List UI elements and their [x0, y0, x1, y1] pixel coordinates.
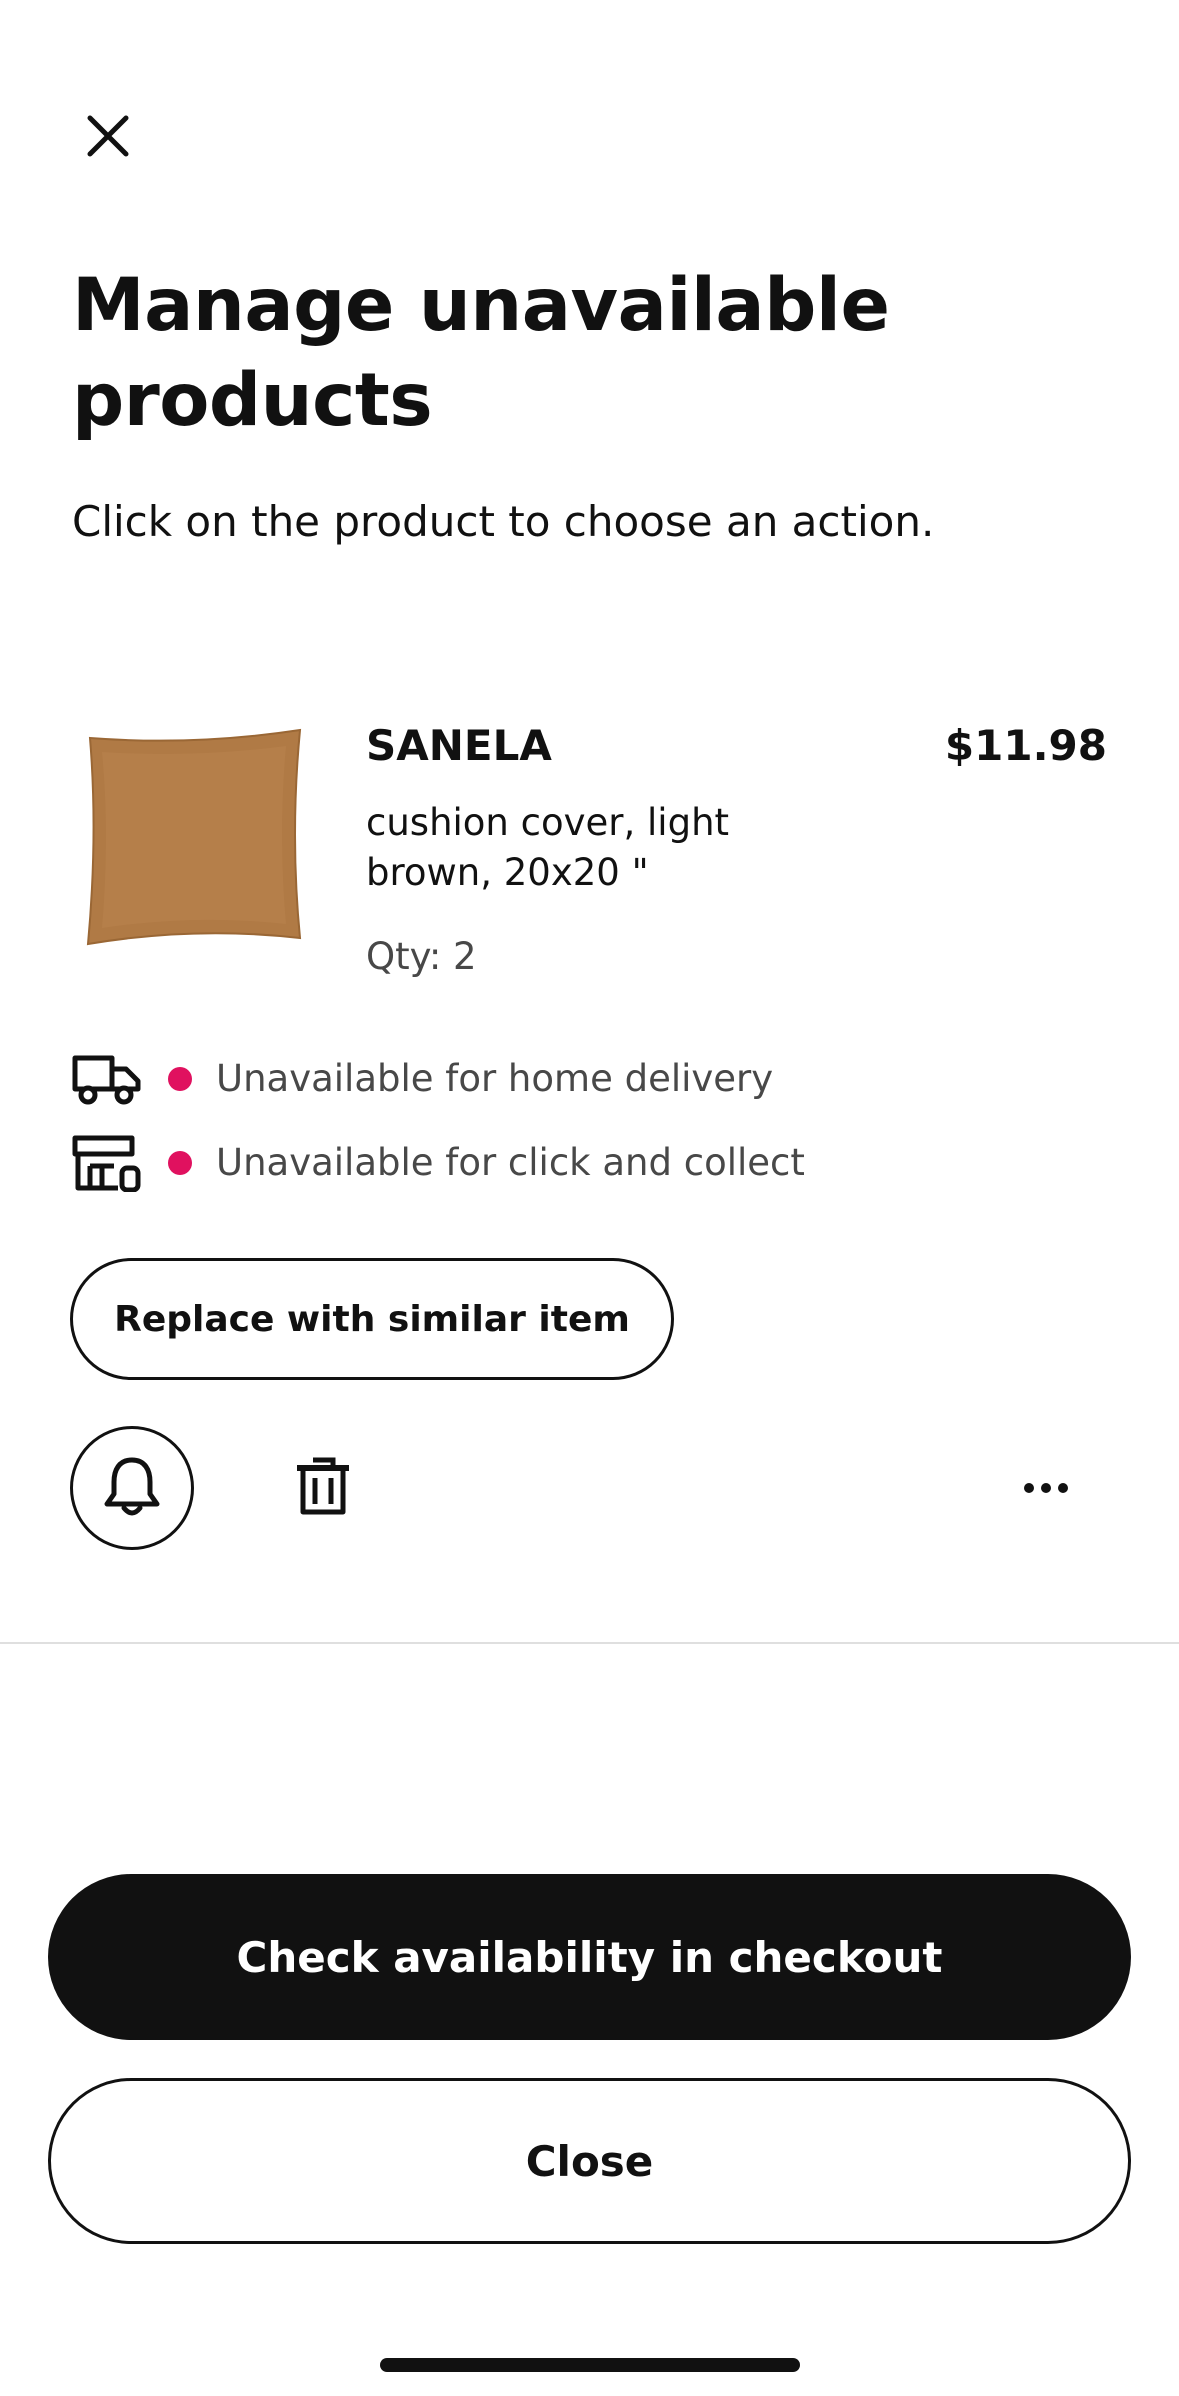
cushion-image[interactable]	[72, 712, 318, 958]
availability-text: Unavailable for home delivery	[216, 1057, 774, 1100]
status-dot	[168, 1067, 192, 1091]
status-dot	[168, 1151, 192, 1175]
replace-with-similar-button[interactable]: Replace with similar item	[70, 1258, 674, 1380]
bell-icon	[103, 1456, 161, 1521]
product-quantity: Qty: 2	[366, 935, 477, 978]
close-icon[interactable]	[78, 106, 138, 166]
notify-button[interactable]	[70, 1426, 194, 1550]
store-icon	[72, 1132, 142, 1194]
availability-click-collect: Unavailable for click and collect	[72, 1132, 805, 1194]
page-title: Manage unavailable products	[72, 263, 890, 443]
delete-button[interactable]	[280, 1448, 366, 1528]
check-availability-button[interactable]: Check availability in checkout	[48, 1874, 1131, 2040]
page-subtitle: Click on the product to choose an action…	[72, 497, 935, 546]
home-indicator[interactable]	[380, 2358, 800, 2372]
more-options-button[interactable]	[1006, 1448, 1086, 1528]
close-button[interactable]: Close	[48, 2078, 1131, 2244]
truck-icon	[72, 1048, 142, 1110]
availability-home-delivery: Unavailable for home delivery	[72, 1048, 773, 1110]
availability-text: Unavailable for click and collect	[216, 1141, 805, 1184]
manage-unavailable-sheet: Manage unavailable products Click on the…	[0, 0, 1179, 2396]
more-icon	[1023, 1479, 1069, 1498]
product-description: cushion cover, light brown, 20x20 "	[366, 801, 730, 894]
product-name[interactable]: SANELA	[366, 718, 552, 774]
product-price: $11.98	[944, 721, 1107, 770]
trash-icon	[295, 1456, 351, 1520]
divider	[0, 1642, 1179, 1644]
